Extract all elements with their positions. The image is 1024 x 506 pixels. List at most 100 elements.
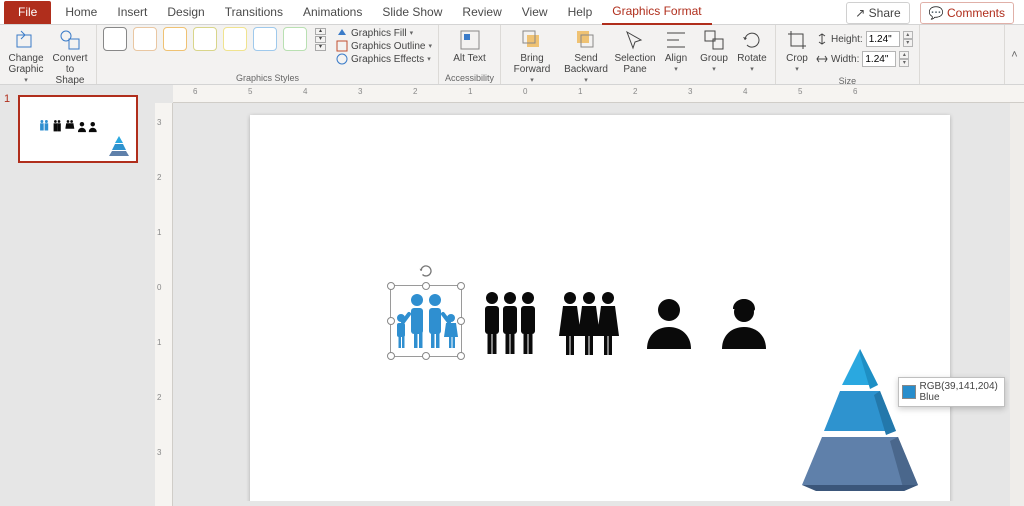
tab-insert[interactable]: Insert (107, 1, 157, 24)
resize-handle[interactable] (457, 317, 465, 325)
height-down[interactable]: ▾ (903, 39, 913, 47)
horizontal-ruler: 6543210123456 (173, 85, 1024, 103)
selection-pane-label: Selection Pane (614, 53, 655, 75)
align-label: Align (665, 53, 687, 64)
width-down[interactable]: ▾ (899, 59, 909, 67)
women-icon (65, 120, 75, 133)
style-swatch[interactable] (223, 27, 247, 51)
color-tooltip: RGB(39,141,204) Blue (898, 377, 1005, 407)
graphics-effects-button[interactable]: Graphics Effects ▾ (336, 53, 432, 65)
send-backward-icon (575, 29, 597, 51)
men-icon[interactable] (480, 290, 540, 356)
user-icon (78, 122, 86, 133)
convert-label: Convert to Shape (50, 53, 90, 86)
styles-gallery[interactable]: ▴▾▾ (103, 27, 326, 51)
rotate-handle[interactable] (419, 264, 433, 278)
style-swatch[interactable] (103, 27, 127, 51)
ribbon: Change Graphic ▾ Convert to Shape Change… (0, 25, 1024, 85)
width-input[interactable] (862, 51, 896, 67)
height-input[interactable] (866, 31, 900, 47)
crop-label: Crop (786, 53, 808, 64)
resize-handle[interactable] (387, 352, 395, 360)
graphics-effects-label: Graphics Effects (351, 54, 424, 65)
bring-forward-button[interactable]: Bring Forward▾ (507, 27, 557, 86)
style-swatch[interactable] (193, 27, 217, 51)
style-swatch[interactable] (253, 27, 277, 51)
resize-handle[interactable] (387, 282, 395, 290)
group-label: Group (700, 53, 728, 64)
slide-thumbnail-1[interactable] (18, 95, 138, 163)
selection-pane-button[interactable]: Selection Pane (615, 27, 655, 75)
vertical-scrollbar[interactable] (1010, 103, 1024, 506)
slide-canvas[interactable]: RGB(39,141,204) Blue (250, 115, 950, 501)
convert-icon (59, 29, 81, 51)
share-label: Share (869, 6, 901, 20)
group-accessibility: Alt Text Accessibility (439, 25, 501, 84)
family-icon[interactable] (391, 286, 463, 358)
graphics-outline-label: Graphics Outline (351, 41, 425, 52)
convert-button[interactable]: Convert to Shape (50, 27, 90, 86)
selection-box[interactable] (390, 285, 462, 357)
graphics-fill-button[interactable]: Graphics Fill ▾ (336, 27, 432, 39)
width-label: Width: (831, 54, 859, 65)
resize-handle[interactable] (422, 352, 430, 360)
group-size: Crop▾ Height: ▴▾ Width: ▴▾ Size (776, 25, 920, 84)
tab-file[interactable]: File (4, 1, 51, 24)
group-icon (703, 29, 725, 51)
group-button[interactable]: Group▾ (697, 27, 731, 75)
tab-home[interactable]: Home (55, 1, 107, 24)
group-styles: ▴▾▾ Graphics Fill ▾ Graphics Outline ▾ G… (97, 25, 439, 84)
color-swatch-icon (902, 385, 916, 399)
style-swatch[interactable] (133, 27, 157, 51)
resize-handle[interactable] (457, 352, 465, 360)
height-up[interactable]: ▴ (903, 31, 913, 39)
gallery-more[interactable]: ▴▾▾ (315, 28, 326, 51)
tab-help[interactable]: Help (558, 1, 603, 24)
tab-review[interactable]: Review (452, 1, 511, 24)
thumbnails-pane: 1 (0, 85, 155, 506)
height-row: Height: ▴▾ (816, 31, 913, 47)
workspace: 1 6543210123456 3210123 (0, 85, 1024, 506)
graphics-outline-button[interactable]: Graphics Outline ▾ (336, 40, 432, 52)
alt-text-button[interactable]: Alt Text (450, 27, 490, 64)
user-hair-icon[interactable] (720, 297, 768, 349)
width-up[interactable]: ▴ (899, 51, 909, 59)
group-styles-label: Graphics Styles (103, 72, 432, 84)
tab-design[interactable]: Design (157, 1, 214, 24)
comments-button[interactable]: 💬 Comments (920, 2, 1014, 24)
style-swatch[interactable] (283, 27, 307, 51)
family-icon (39, 120, 50, 133)
tab-transitions[interactable]: Transitions (215, 1, 293, 24)
rotate-button[interactable]: Rotate▾ (735, 27, 769, 75)
change-graphic-button[interactable]: Change Graphic ▾ (6, 27, 46, 86)
width-icon (816, 53, 828, 65)
crop-icon (786, 29, 808, 51)
tab-animations[interactable]: Animations (293, 1, 372, 24)
style-swatch[interactable] (163, 27, 187, 51)
send-backward-button[interactable]: Send Backward▾ (561, 27, 611, 86)
slide-number: 1 (4, 93, 10, 105)
collapse-ribbon-button[interactable]: ˄ (1004, 25, 1024, 84)
pyramid-icon[interactable] (800, 345, 920, 495)
rotate-icon (741, 29, 763, 51)
resize-handle[interactable] (387, 317, 395, 325)
group-arrange: Bring Forward▾ Send Backward▾ Selection … (501, 25, 776, 84)
tab-slideshow[interactable]: Slide Show (372, 1, 452, 24)
bring-forward-label: Bring Forward (507, 53, 557, 75)
resize-handle[interactable] (422, 282, 430, 290)
user2-icon (89, 122, 97, 133)
crop-button[interactable]: Crop▾ (782, 27, 812, 75)
vertical-ruler: 3210123 (155, 103, 173, 506)
share-button[interactable]: ↗ Share (846, 2, 909, 24)
alt-text-label: Alt Text (453, 53, 486, 64)
tab-graphics-format[interactable]: Graphics Format (602, 0, 711, 25)
comments-label: Comments (947, 6, 1005, 20)
user-icon[interactable] (645, 297, 693, 349)
change-graphic-label: Change Graphic (6, 53, 46, 75)
tooltip-rgb: RGB(39,141,204) (920, 381, 998, 392)
tab-view[interactable]: View (512, 1, 558, 24)
pyramid-icon (108, 135, 130, 157)
resize-handle[interactable] (457, 282, 465, 290)
women-icon[interactable] (558, 290, 620, 356)
align-button[interactable]: Align▾ (659, 27, 693, 75)
